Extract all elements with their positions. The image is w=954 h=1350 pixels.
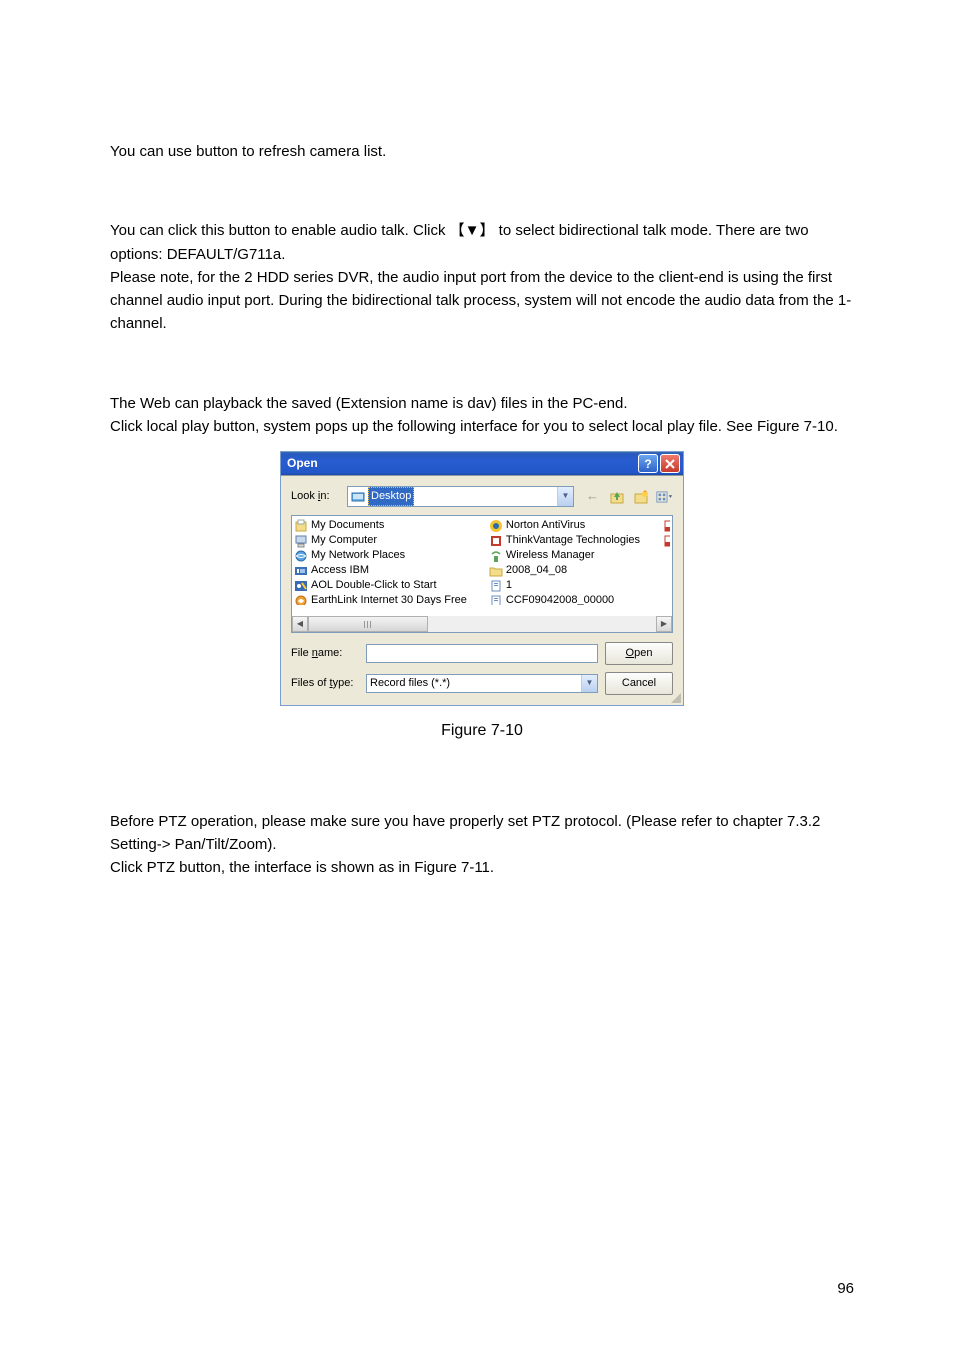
refresh-paragraph: You can use button to refresh camera lis… bbox=[110, 140, 854, 163]
playback-line1: The Web can playback the saved (Extensio… bbox=[110, 392, 854, 415]
pdf-icon bbox=[662, 519, 670, 533]
figure-caption: Figure 7-10 bbox=[110, 719, 854, 744]
lookin-dropdown-arrow[interactable]: ▼ bbox=[557, 487, 573, 506]
up-icon[interactable] bbox=[608, 488, 625, 505]
earthlink-icon bbox=[294, 594, 308, 605]
open-button[interactable]: Open bbox=[605, 642, 673, 665]
file-item[interactable]: n100 bbox=[662, 519, 670, 533]
filename-label: File name: bbox=[291, 645, 359, 662]
filetype-select[interactable]: Record files (*.*) ▼ bbox=[366, 674, 598, 693]
scroll-right-button[interactable]: ▶ bbox=[656, 616, 672, 632]
cancel-button[interactable]: Cancel bbox=[605, 672, 673, 695]
file-item[interactable]: CCF09042008_00000 bbox=[489, 594, 640, 605]
ptz-line1: Before PTZ operation, please make sure y… bbox=[110, 810, 854, 857]
file-item[interactable]: Norton AntiVirus bbox=[489, 519, 640, 533]
file-item[interactable]: ThinkVantage Technologies bbox=[489, 534, 640, 548]
file-item[interactable]: My Network Places bbox=[294, 549, 467, 563]
file-icon bbox=[489, 579, 503, 593]
file-item[interactable]: My Computer bbox=[294, 534, 467, 548]
file-item[interactable]: 2008_04_08 bbox=[489, 564, 640, 578]
open-file-dialog: Open ? Look in: Desktop ▼ ← bbox=[281, 452, 683, 705]
dialog-title: Open bbox=[287, 454, 636, 473]
file-label: EarthLink Internet 30 Days Free bbox=[311, 592, 467, 605]
close-button[interactable] bbox=[660, 454, 680, 473]
computer-icon bbox=[294, 534, 308, 548]
think-icon bbox=[489, 534, 503, 548]
file-item[interactable]: Access IBM bbox=[294, 564, 467, 578]
dialog-titlebar: Open ? bbox=[281, 452, 683, 475]
playback-line2: Click local play button, system pops up … bbox=[110, 415, 854, 438]
audio-talk-block: You can click this button to enable audi… bbox=[110, 219, 854, 335]
scroll-thumb[interactable] bbox=[308, 616, 428, 632]
ibm-icon bbox=[294, 564, 308, 578]
file-label: 2008_04_08 bbox=[506, 562, 567, 579]
file-item[interactable]: Wireless Manager bbox=[489, 549, 640, 563]
filename-input[interactable] bbox=[366, 644, 598, 663]
new-folder-icon[interactable] bbox=[632, 488, 649, 505]
file-item[interactable]: EarthLink Internet 30 Days Free bbox=[294, 594, 467, 605]
file-item[interactable]: AOL Double-Click to Start bbox=[294, 579, 467, 593]
audio-talk-line2: Please note, for the 2 HDD series DVR, t… bbox=[110, 266, 854, 336]
desktop-icon bbox=[351, 490, 365, 504]
aol-icon bbox=[294, 579, 308, 593]
horizontal-scrollbar[interactable]: ◀ ▶ bbox=[292, 616, 672, 632]
lookin-value: Desktop bbox=[368, 487, 414, 506]
folder-icon bbox=[489, 564, 503, 578]
filetype-value: Record files (*.*) bbox=[370, 675, 450, 692]
ptz-block: Before PTZ operation, please make sure y… bbox=[110, 810, 854, 880]
norton-icon bbox=[489, 519, 503, 533]
file-item[interactable]: Secu bbox=[662, 534, 670, 548]
scroll-left-button[interactable]: ◀ bbox=[292, 616, 308, 632]
file-item[interactable]: 1 bbox=[489, 579, 640, 593]
docs-icon bbox=[294, 519, 308, 533]
network-icon bbox=[294, 549, 308, 563]
lookin-label: Look in: bbox=[291, 488, 341, 505]
file-icon bbox=[489, 594, 503, 605]
help-button[interactable]: ? bbox=[638, 454, 658, 473]
filetype-dropdown-arrow[interactable]: ▼ bbox=[581, 675, 597, 692]
view-menu-icon[interactable] bbox=[656, 488, 673, 505]
file-list-pane[interactable]: My DocumentsMy ComputerMy Network Places… bbox=[291, 515, 673, 633]
file-label: CCF09042008_00000 bbox=[506, 592, 614, 605]
pdf-icon bbox=[662, 534, 670, 548]
filetype-label: Files of type: bbox=[291, 675, 359, 692]
playback-block: The Web can playback the saved (Extensio… bbox=[110, 392, 854, 439]
back-icon[interactable]: ← bbox=[584, 488, 601, 505]
page-number: 96 bbox=[837, 1277, 854, 1300]
wireless-icon bbox=[489, 549, 503, 563]
file-item[interactable]: My Documents bbox=[294, 519, 467, 533]
lookin-select[interactable]: Desktop ▼ bbox=[347, 486, 574, 507]
ptz-line2: Click PTZ button, the interface is shown… bbox=[110, 856, 854, 879]
resize-grip[interactable] bbox=[669, 691, 681, 703]
audio-talk-line1: You can click this button to enable audi… bbox=[110, 219, 854, 266]
